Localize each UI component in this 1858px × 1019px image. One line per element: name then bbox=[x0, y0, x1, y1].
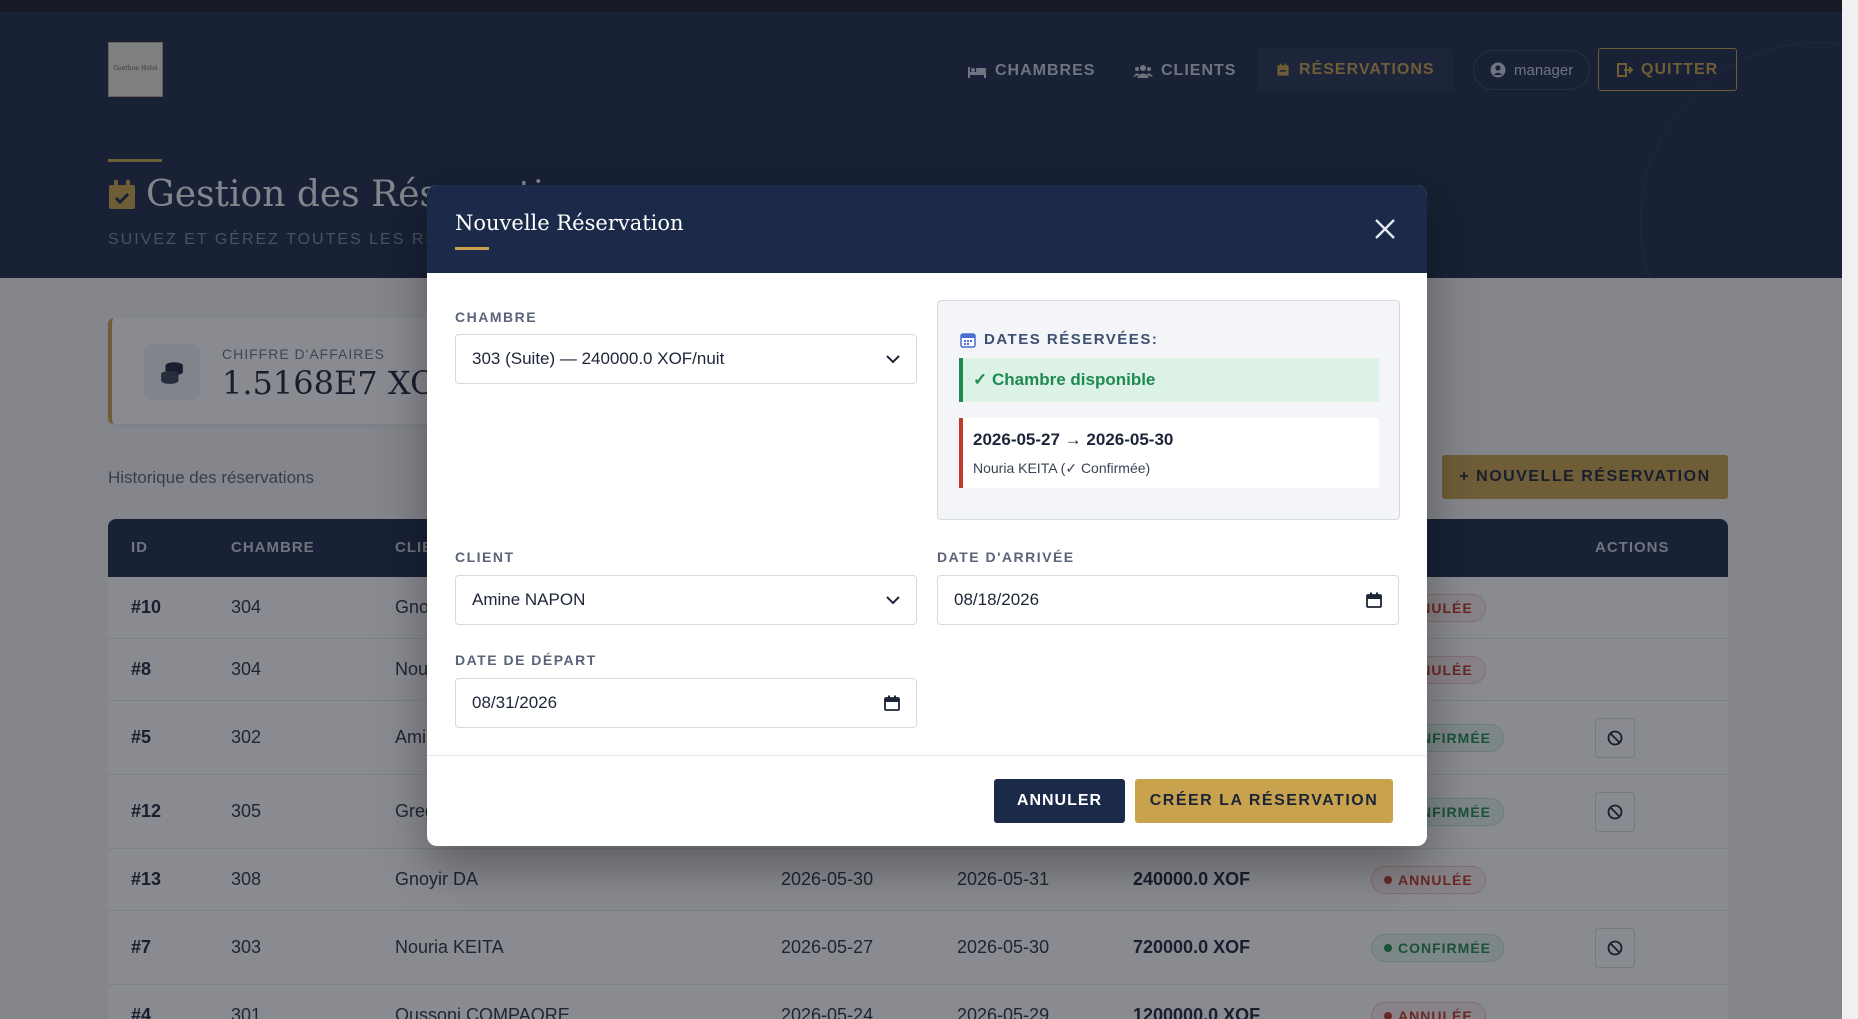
modal-title: Nouvelle Réservation bbox=[455, 211, 684, 235]
close-icon[interactable] bbox=[1371, 215, 1399, 243]
calendar-input-icon[interactable] bbox=[884, 695, 900, 711]
chambre-label: CHAMBRE bbox=[455, 309, 538, 325]
client-value: Amine NAPON bbox=[472, 590, 586, 609]
create-reservation-button[interactable]: CRÉER LA RÉSERVATION bbox=[1135, 779, 1393, 823]
new-reservation-modal: Nouvelle Réservation CHAMBRE 303 (Suite)… bbox=[427, 185, 1427, 846]
departure-value: 08/31/2026 bbox=[472, 693, 558, 712]
arrival-value: 08/18/2026 bbox=[954, 590, 1040, 609]
arrival-label: DATE D'ARRIVÉE bbox=[937, 549, 1075, 565]
departure-label: DATE DE DÉPART bbox=[455, 652, 597, 668]
departure-date-input[interactable]: 08/31/2026 bbox=[455, 678, 917, 728]
availability-banner: ✓ Chambre disponible bbox=[959, 358, 1379, 402]
chambre-select[interactable]: 303 (Suite) — 240000.0 XOF/nuit bbox=[455, 334, 917, 384]
booked-range: 2026-05-27 → 2026-05-30 bbox=[973, 430, 1174, 449]
reserved-dates-panel: DATES RÉSERVÉES: ✓ Chambre disponible 20… bbox=[937, 300, 1400, 520]
page-scrollbar[interactable] bbox=[1842, 0, 1858, 1019]
chevron-down-icon bbox=[886, 596, 900, 605]
booked-period: 2026-05-27 → 2026-05-30 Nouria KEITA (✓ … bbox=[959, 418, 1379, 488]
reserved-dates-title-text: DATES RÉSERVÉES: bbox=[984, 331, 1159, 348]
client-label: CLIENT bbox=[455, 549, 515, 565]
modal-header: Nouvelle Réservation bbox=[427, 185, 1427, 273]
client-select[interactable]: Amine NAPON bbox=[455, 575, 917, 625]
chambre-value: 303 (Suite) — 240000.0 XOF/nuit bbox=[472, 349, 725, 368]
reserved-dates-title: DATES RÉSERVÉES: bbox=[960, 331, 1158, 348]
modal-title-accent bbox=[455, 247, 489, 250]
arrival-date-input[interactable]: 08/18/2026 bbox=[937, 575, 1399, 625]
booked-client: Nouria KEITA (✓ Confirmée) bbox=[973, 460, 1151, 476]
chevron-down-icon bbox=[886, 355, 900, 364]
calendar-icon bbox=[960, 332, 976, 348]
calendar-input-icon[interactable] bbox=[1366, 592, 1382, 608]
modal-footer-divider bbox=[427, 755, 1427, 756]
cancel-button[interactable]: ANNULER bbox=[994, 779, 1125, 823]
